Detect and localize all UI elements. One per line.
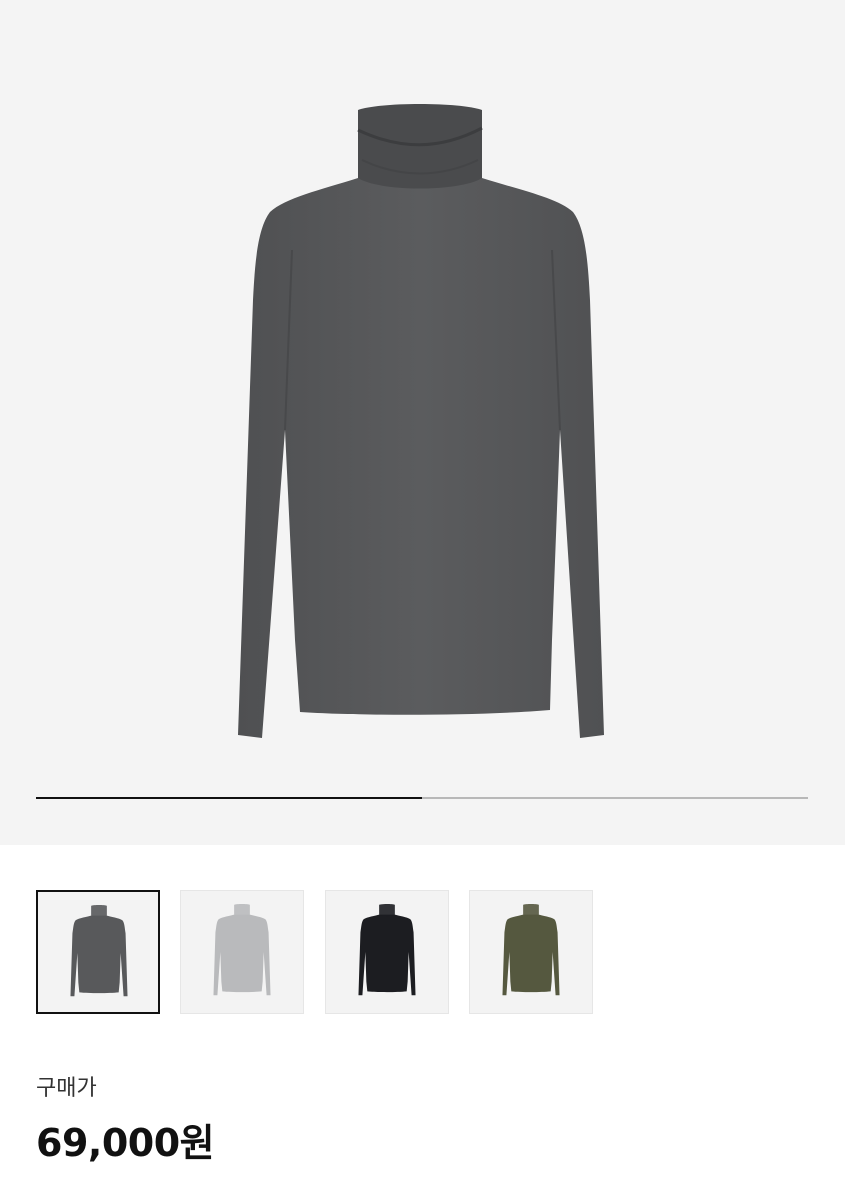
price-label: 구매가: [36, 1076, 97, 1101]
turtleneck-thumbnail-image: [70, 905, 128, 997]
product-image-gallery[interactable]: [0, 0, 845, 845]
price-value: 69,000원: [36, 1121, 215, 1165]
gallery-progress-fill: [36, 797, 422, 799]
gallery-progress-bar: [36, 797, 808, 799]
turtleneck-thumbnail-image: [358, 904, 416, 996]
color-thumbnail-black[interactable]: [325, 890, 449, 1014]
turtleneck-product-image: [238, 104, 604, 738]
turtleneck-thumbnail-image: [502, 904, 560, 996]
turtleneck-thumbnail-image: [213, 904, 271, 996]
color-thumbnail-olive[interactable]: [469, 890, 593, 1014]
color-thumbnail-charcoal[interactable]: [36, 890, 160, 1014]
color-thumbnail-light-gray[interactable]: [180, 890, 304, 1014]
